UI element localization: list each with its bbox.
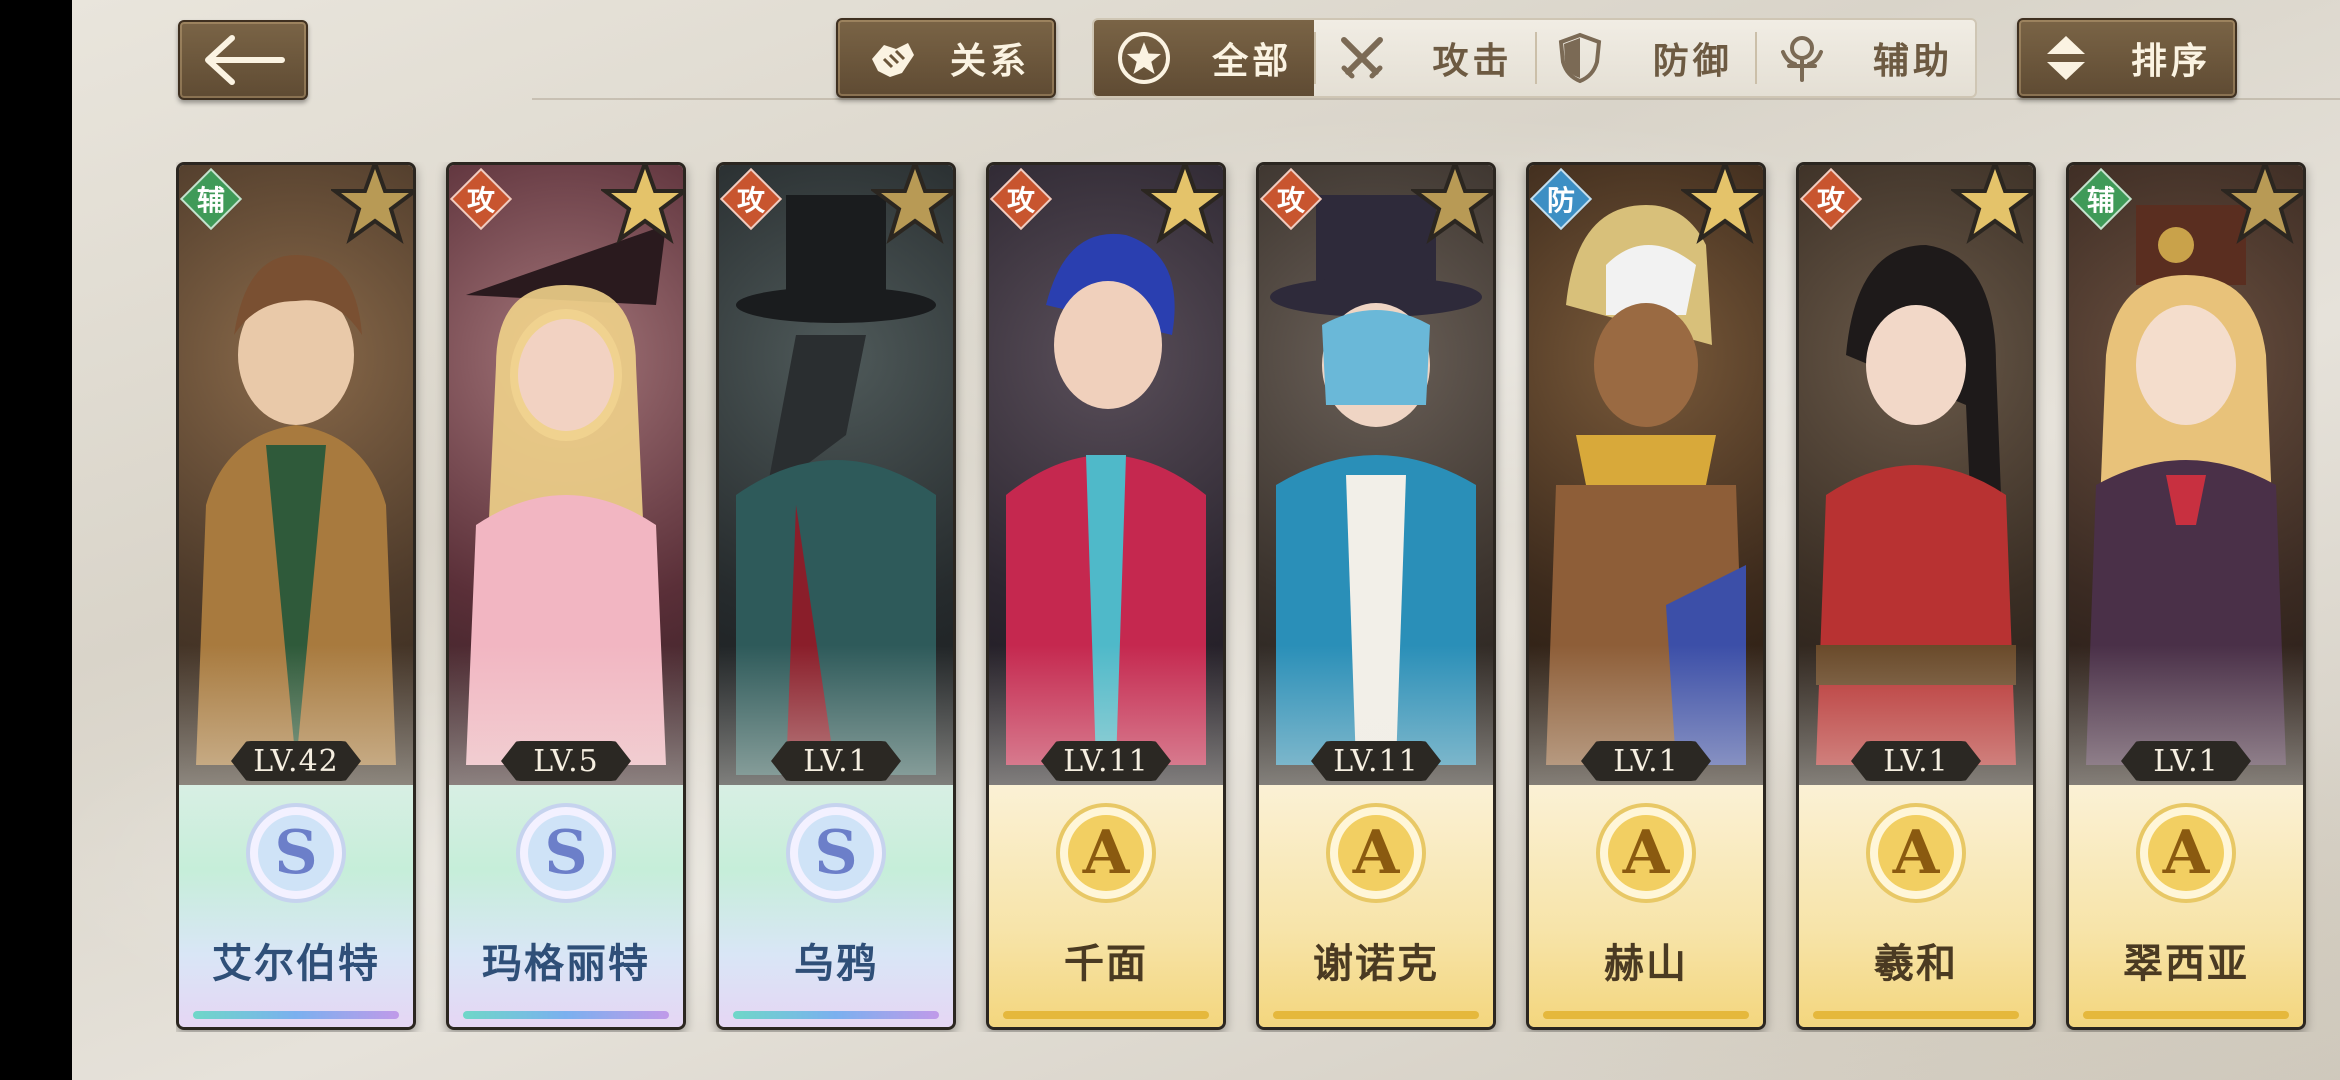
tab-all[interactable]: 全部 <box>1094 20 1315 96</box>
character-portrait <box>719 165 953 805</box>
star-icon <box>1951 165 2033 245</box>
relation-button[interactable]: 关系 <box>836 18 1056 98</box>
rarity-bar <box>1543 1011 1749 1019</box>
rarity-bar <box>463 1011 669 1019</box>
character-card[interactable]: 防 LV.1 A 赫山 <box>1526 162 1766 1030</box>
character-portrait <box>1529 165 1763 805</box>
level-tag: LV.1 <box>1581 741 1711 781</box>
rank-a-icon: A <box>1596 803 1696 903</box>
shield-icon <box>1558 32 1601 84</box>
svg-text:A: A <box>1352 818 1401 888</box>
character-name: 翠西亚 <box>2123 940 2249 987</box>
role-label: 攻 <box>1816 184 1845 217</box>
screen: 关系 全部 攻击 防御 辅助 排序 辅 LV.42 S 艾尔伯特 攻 LV.5 … <box>72 0 2340 1080</box>
rank-a-icon: A <box>2136 803 2236 903</box>
star-icon <box>2221 165 2303 245</box>
character-name: 赫山 <box>1604 940 1688 987</box>
handshake-icon <box>872 43 914 77</box>
back-button[interactable] <box>178 20 308 100</box>
relation-label: 关系 <box>949 40 1030 82</box>
tab-defense[interactable]: 防御 <box>1534 20 1755 96</box>
svg-text:S: S <box>814 818 857 888</box>
character-card[interactable]: 攻 LV.1 S 乌鸦 <box>716 162 956 1030</box>
character-name: 玛格丽特 <box>482 940 650 987</box>
svg-text:A: A <box>1892 818 1941 888</box>
divider <box>532 98 2340 100</box>
role-label: 辅 <box>2086 184 2115 217</box>
rarity-bar <box>1813 1011 2019 1019</box>
crossed-swords-icon <box>1341 37 1384 79</box>
character-name: 艾尔伯特 <box>212 940 380 987</box>
arrow-left-icon <box>205 35 285 85</box>
rank-s-icon: S <box>786 803 886 903</box>
sort-button[interactable]: 排序 <box>2017 18 2237 98</box>
rank-s-icon: S <box>246 803 346 903</box>
sort-icon <box>2047 36 2085 80</box>
level-tag: LV.11 <box>1041 741 1171 781</box>
svg-text:A: A <box>1082 818 1131 888</box>
tab-support-label: 辅助 <box>1872 40 1953 82</box>
tab-attack[interactable]: 攻击 <box>1314 20 1534 96</box>
svg-text:A: A <box>2162 818 2211 888</box>
rarity-bar <box>193 1011 399 1019</box>
character-portrait <box>1799 165 2033 805</box>
character-name: 乌鸦 <box>794 940 878 987</box>
rarity-bar <box>1273 1011 1479 1019</box>
character-list: 辅 LV.42 S 艾尔伯特 攻 LV.5 S 玛格丽特 攻 LV.1 S 乌鸦… <box>176 162 2340 1032</box>
sort-label: 排序 <box>2130 40 2211 82</box>
tab-attack-label: 攻击 <box>1432 40 1513 82</box>
svg-text:A: A <box>1622 818 1671 888</box>
star-icon <box>1411 165 1493 245</box>
support-icon <box>1780 36 1823 82</box>
character-card[interactable]: 辅 LV.42 S 艾尔伯特 <box>176 162 416 1030</box>
character-name: 羲和 <box>1874 940 1958 987</box>
rank-a-icon: A <box>1866 803 1966 903</box>
star-icon <box>601 165 683 245</box>
character-card[interactable]: 攻 LV.1 A 羲和 <box>1796 162 2036 1030</box>
role-label: 攻 <box>1276 184 1305 217</box>
character-name: 千面 <box>1064 940 1148 987</box>
star-icon <box>1681 165 1763 245</box>
rank-s-icon: S <box>516 803 616 903</box>
role-label: 辅 <box>196 184 225 217</box>
level-tag: LV.5 <box>501 741 631 781</box>
role-filter-bar: 全部 攻击 防御 辅助 <box>1092 18 1977 98</box>
character-portrait <box>449 165 683 805</box>
character-card[interactable]: 攻 LV.11 A 谢诺克 <box>1256 162 1496 1030</box>
character-name: 谢诺克 <box>1313 940 1439 987</box>
rarity-bar <box>2083 1011 2289 1019</box>
role-label: 攻 <box>1006 184 1035 217</box>
star-icon <box>1141 165 1223 245</box>
level-tag: LV.1 <box>2121 741 2251 781</box>
star-icon <box>871 165 953 245</box>
character-portrait <box>989 165 1223 805</box>
level-tag: LV.1 <box>1851 741 1981 781</box>
star-icon <box>331 165 413 245</box>
level-tag: LV.11 <box>1311 741 1441 781</box>
character-card[interactable]: 辅 LV.1 A 翠西亚 <box>2066 162 2306 1030</box>
role-label: 攻 <box>466 184 495 217</box>
character-card[interactable]: 攻 LV.5 S 玛格丽特 <box>446 162 686 1030</box>
level-tag: LV.42 <box>231 741 361 781</box>
character-portrait <box>1259 165 1493 805</box>
rank-a-icon: A <box>1326 803 1426 903</box>
star-circle-icon <box>1118 32 1170 84</box>
role-label: 攻 <box>736 184 765 217</box>
level-tag: LV.1 <box>771 741 901 781</box>
svg-text:S: S <box>274 818 317 888</box>
rank-a-icon: A <box>1056 803 1156 903</box>
tab-all-label: 全部 <box>1212 40 1293 82</box>
tab-defense-label: 防御 <box>1652 40 1733 82</box>
role-label: 防 <box>1546 184 1575 217</box>
svg-text:S: S <box>544 818 587 888</box>
rarity-bar <box>733 1011 939 1019</box>
character-portrait <box>179 165 413 805</box>
character-card[interactable]: 攻 LV.11 A 千面 <box>986 162 1226 1030</box>
character-portrait <box>2069 165 2303 805</box>
rarity-bar <box>1003 1011 1209 1019</box>
tab-support[interactable]: 辅助 <box>1754 20 1975 96</box>
